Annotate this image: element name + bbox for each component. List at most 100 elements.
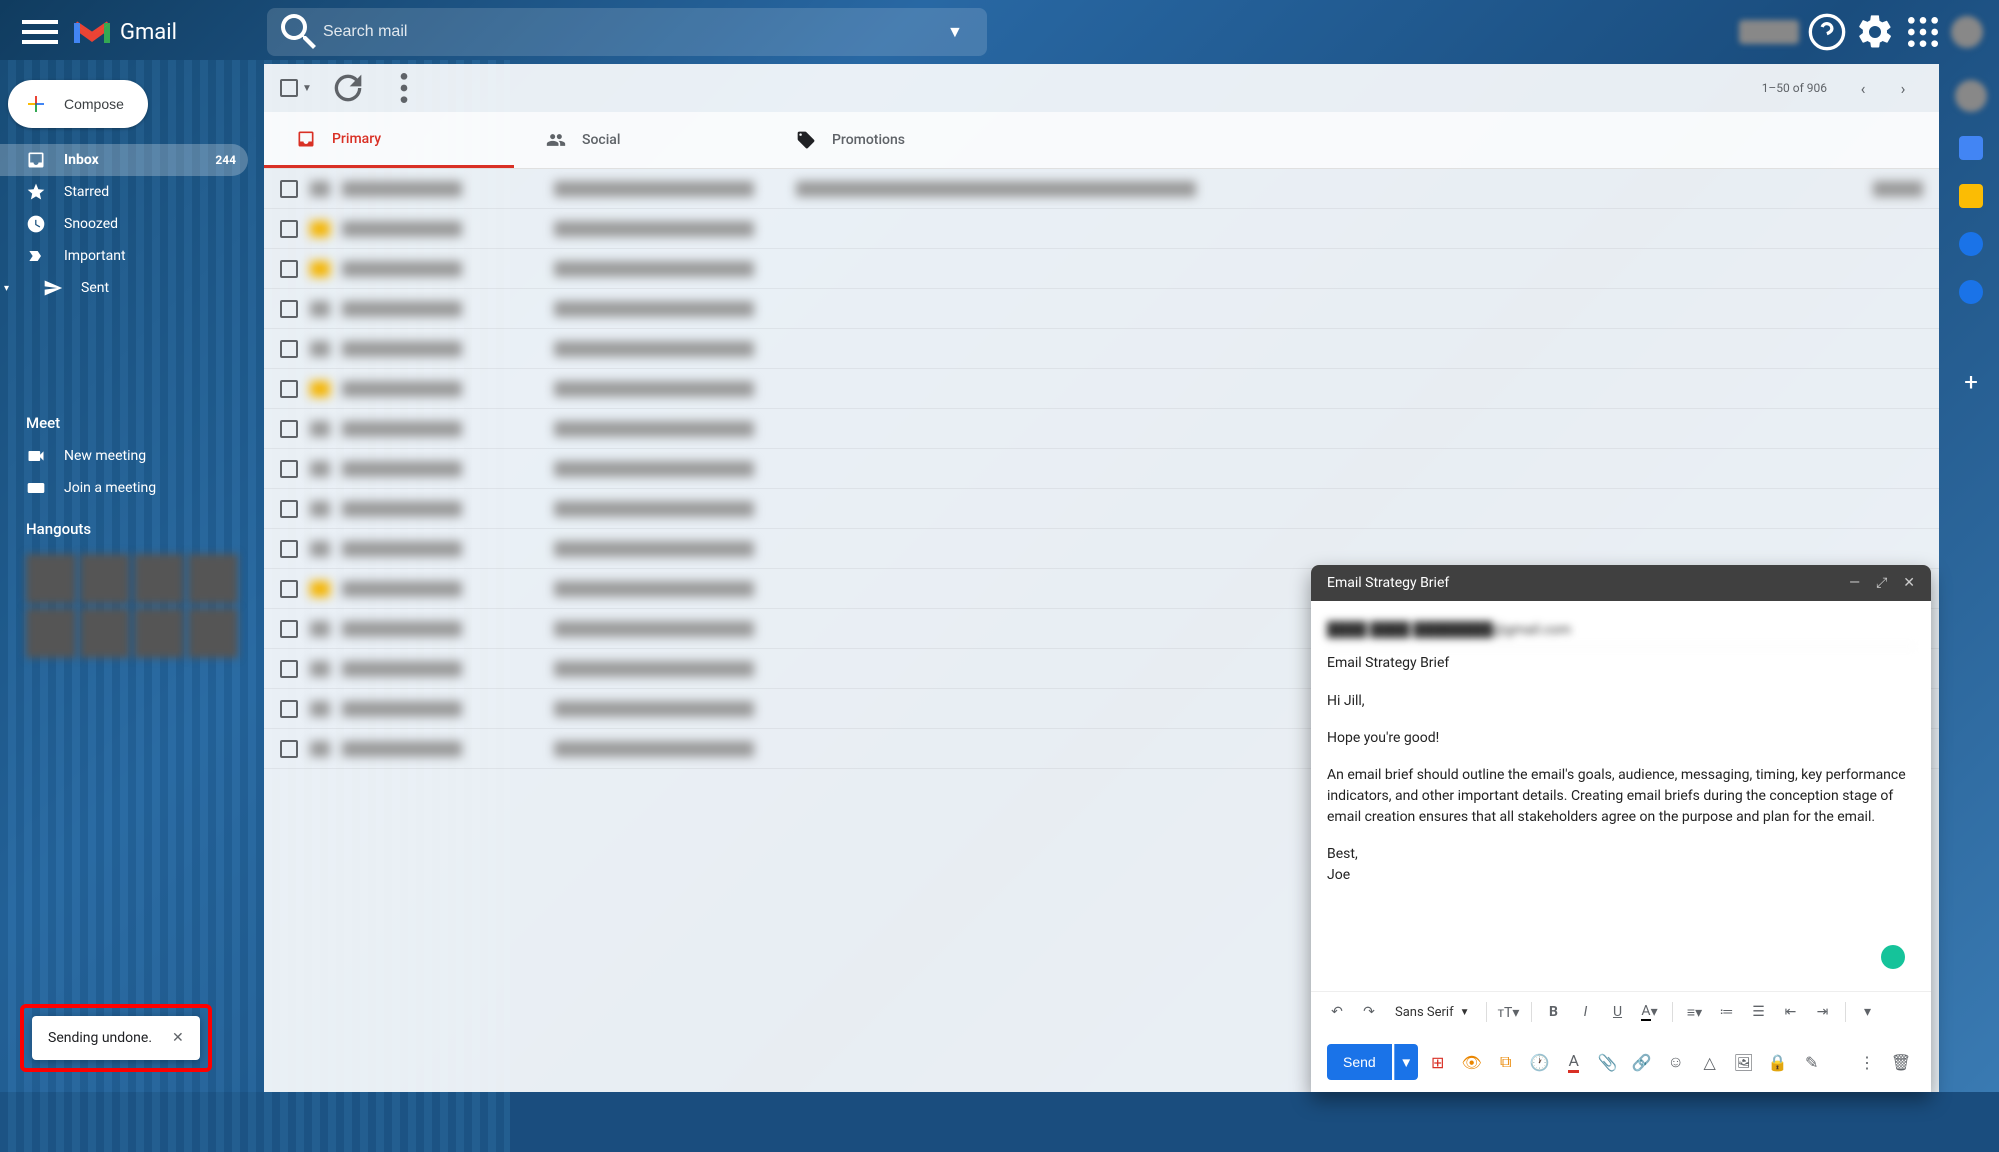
align-icon[interactable]: ≡▾ bbox=[1681, 998, 1709, 1026]
hangout-contact[interactable] bbox=[134, 608, 184, 658]
row-checkbox[interactable] bbox=[280, 340, 298, 358]
meet-join-meeting[interactable]: Join a meeting bbox=[0, 472, 248, 504]
send-button[interactable]: Send bbox=[1327, 1044, 1392, 1080]
sidebar-item-starred[interactable]: Starred bbox=[0, 176, 248, 208]
email-row[interactable] bbox=[264, 169, 1939, 209]
row-star[interactable] bbox=[310, 501, 330, 517]
expand-icon[interactable]: ▾ bbox=[4, 283, 9, 294]
row-star[interactable] bbox=[310, 421, 330, 437]
minimize-icon[interactable]: — bbox=[1849, 575, 1860, 591]
account-avatar-small[interactable] bbox=[1955, 80, 1987, 112]
search-input[interactable] bbox=[323, 23, 931, 41]
hangout-contact[interactable] bbox=[26, 608, 76, 658]
link-icon[interactable]: 🔗 bbox=[1628, 1048, 1656, 1076]
refresh-icon[interactable] bbox=[328, 68, 368, 108]
row-star[interactable] bbox=[310, 621, 330, 637]
hangout-contact[interactable] bbox=[134, 554, 184, 604]
compose-to-field[interactable]: ████ ████ ████████@gmail.com bbox=[1327, 613, 1915, 647]
sidebar-item-sent[interactable]: ▾ Sent bbox=[0, 272, 256, 304]
format-more-icon[interactable]: ▾ bbox=[1854, 998, 1882, 1026]
italic-icon[interactable]: I bbox=[1572, 998, 1600, 1026]
discard-icon[interactable]: 🗑 bbox=[1887, 1048, 1915, 1076]
main-menu-icon[interactable] bbox=[16, 8, 64, 56]
compose-header[interactable]: Email Strategy Brief — ⤢ ✕ bbox=[1311, 565, 1931, 601]
send-options-icon[interactable]: ▼ bbox=[1394, 1044, 1418, 1080]
email-row[interactable] bbox=[264, 409, 1939, 449]
underline-icon[interactable]: U bbox=[1604, 998, 1632, 1026]
email-row[interactable] bbox=[264, 489, 1939, 529]
settings-icon[interactable] bbox=[1855, 12, 1895, 52]
templates-icon[interactable]: ⊞ bbox=[1424, 1048, 1452, 1076]
row-checkbox[interactable] bbox=[280, 660, 298, 678]
tab-promotions[interactable]: Promotions bbox=[764, 112, 1014, 168]
row-star[interactable] bbox=[310, 541, 330, 557]
contacts-icon[interactable] bbox=[1959, 280, 1983, 304]
email-row[interactable] bbox=[264, 529, 1939, 569]
hangout-contact[interactable] bbox=[188, 608, 238, 658]
compose-subject-field[interactable]: Email Strategy Brief bbox=[1327, 647, 1915, 679]
sequences-icon[interactable]: ⧉ bbox=[1492, 1048, 1520, 1076]
drive-icon[interactable]: △ bbox=[1696, 1048, 1724, 1076]
hangout-contact[interactable] bbox=[80, 608, 130, 658]
more-icon[interactable] bbox=[384, 68, 424, 108]
row-star[interactable] bbox=[310, 181, 330, 197]
email-row[interactable] bbox=[264, 209, 1939, 249]
row-checkbox[interactable] bbox=[280, 580, 298, 598]
hangout-contact[interactable] bbox=[26, 554, 76, 604]
font-select[interactable]: Sans Serif ▼ bbox=[1387, 1001, 1478, 1024]
email-row[interactable] bbox=[264, 249, 1939, 289]
email-row[interactable] bbox=[264, 289, 1939, 329]
toast-close-icon[interactable]: ✕ bbox=[172, 1030, 184, 1046]
row-checkbox[interactable] bbox=[280, 620, 298, 638]
tracking-icon[interactable]: 👁 bbox=[1458, 1048, 1486, 1076]
row-star[interactable] bbox=[310, 381, 330, 397]
row-checkbox[interactable] bbox=[280, 740, 298, 758]
indent-more-icon[interactable]: ⇥ bbox=[1809, 998, 1837, 1026]
fullscreen-icon[interactable]: ⤢ bbox=[1876, 575, 1887, 591]
row-checkbox[interactable] bbox=[280, 220, 298, 238]
row-star[interactable] bbox=[310, 261, 330, 277]
sidebar-item-important[interactable]: Important bbox=[0, 240, 248, 272]
text-color-icon[interactable]: A▾ bbox=[1636, 998, 1664, 1026]
apps-grid-icon[interactable] bbox=[1903, 12, 1943, 52]
tab-primary[interactable]: Primary bbox=[264, 112, 514, 168]
redo-icon[interactable]: ↷ bbox=[1355, 998, 1383, 1026]
indent-less-icon[interactable]: ⇤ bbox=[1777, 998, 1805, 1026]
font-size-icon[interactable]: ᴛT▾ bbox=[1495, 998, 1523, 1026]
account-avatar[interactable] bbox=[1951, 16, 1983, 48]
hangout-contact[interactable] bbox=[188, 554, 238, 604]
image-icon[interactable]: 🖼 bbox=[1730, 1048, 1758, 1076]
row-star[interactable] bbox=[310, 701, 330, 717]
email-row[interactable] bbox=[264, 449, 1939, 489]
email-row[interactable] bbox=[264, 329, 1939, 369]
sidebar-item-snoozed[interactable]: Snoozed bbox=[0, 208, 248, 240]
undo-icon[interactable]: ↶ bbox=[1323, 998, 1351, 1026]
grammarly-icon[interactable] bbox=[1881, 945, 1905, 969]
search-bar[interactable]: ▼ bbox=[267, 8, 987, 56]
sidebar-item-inbox[interactable]: Inbox 244 bbox=[0, 144, 248, 176]
search-options-icon[interactable]: ▼ bbox=[931, 8, 979, 56]
compose-button[interactable]: Compose bbox=[8, 80, 148, 128]
bold-icon[interactable]: B bbox=[1540, 998, 1568, 1026]
gmail-logo[interactable]: Gmail bbox=[72, 17, 177, 47]
signature-icon[interactable]: ✎ bbox=[1798, 1048, 1826, 1076]
numbered-list-icon[interactable]: ≔ bbox=[1713, 998, 1741, 1026]
hangout-contact[interactable] bbox=[80, 554, 130, 604]
calendar-icon[interactable] bbox=[1959, 136, 1983, 160]
emoji-icon[interactable]: ☺ bbox=[1662, 1048, 1690, 1076]
prev-page-icon[interactable]: ‹ bbox=[1843, 68, 1883, 108]
close-icon[interactable]: ✕ bbox=[1903, 575, 1915, 591]
row-checkbox[interactable] bbox=[280, 460, 298, 478]
row-star[interactable] bbox=[310, 341, 330, 357]
tab-social[interactable]: Social bbox=[514, 112, 764, 168]
row-star[interactable] bbox=[310, 741, 330, 757]
bullet-list-icon[interactable]: ☰ bbox=[1745, 998, 1773, 1026]
email-row[interactable] bbox=[264, 369, 1939, 409]
compose-content-area[interactable]: Hi Jill, Hope you're good! An email brie… bbox=[1327, 679, 1915, 979]
attach-icon[interactable]: 📎 bbox=[1594, 1048, 1622, 1076]
tasks-icon[interactable] bbox=[1959, 232, 1983, 256]
row-star[interactable] bbox=[310, 581, 330, 597]
row-star[interactable] bbox=[310, 461, 330, 477]
keep-icon[interactable] bbox=[1959, 184, 1983, 208]
row-checkbox[interactable] bbox=[280, 700, 298, 718]
